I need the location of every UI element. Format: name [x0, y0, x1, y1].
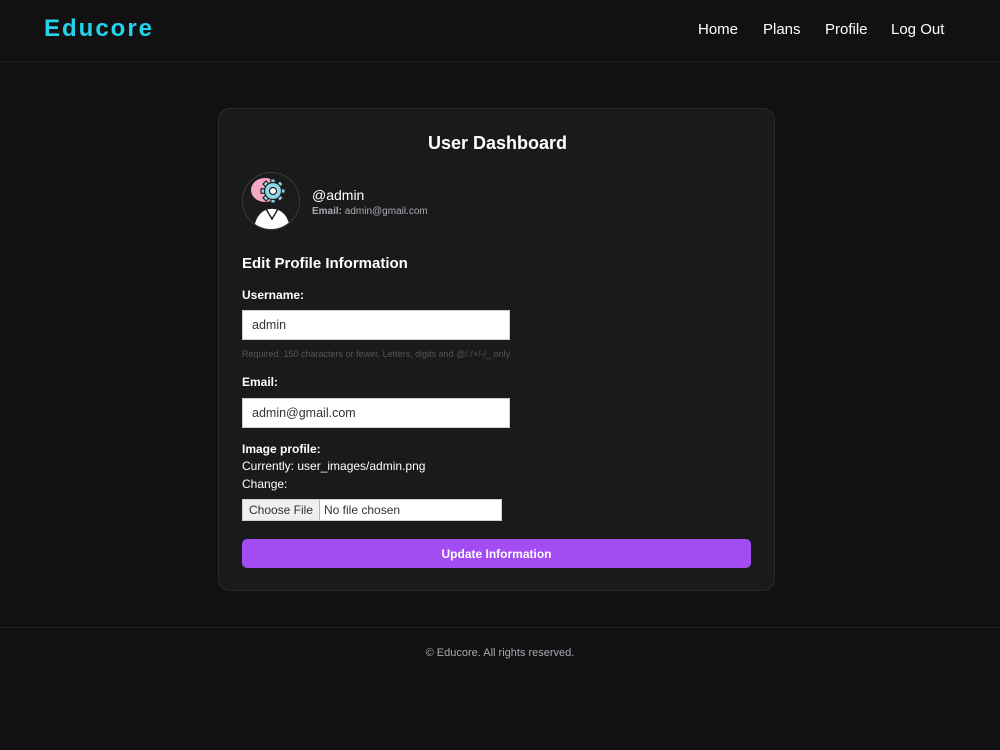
footer-copyright: © Educore. All rights reserved. [425, 647, 575, 659]
user-email-label: Email: [312, 206, 343, 217]
user-gear-icon [243, 173, 299, 229]
edit-profile-title: Edit Profile Information [242, 255, 408, 272]
nav-profile-link[interactable]: Profile [825, 21, 868, 38]
username-help-text: Required. 150 characters or fewer. Lette… [242, 349, 512, 359]
email-label: Email: [242, 375, 279, 389]
image-change-label: Change: [242, 477, 288, 491]
user-email-line: Email: admin@gmail.com [312, 206, 428, 217]
image-current-text: Currently: user_images/admin.png [242, 459, 426, 473]
file-input[interactable]: Choose File No file chosen [242, 499, 502, 521]
dashboard-title: User Dashboard [427, 133, 568, 153]
navbar: Educore Home Plans Profile Log Out [0, 0, 1000, 62]
user-email-value: admin@gmail.com [344, 206, 428, 217]
email-input[interactable] [242, 398, 510, 428]
nav-home-link[interactable]: Home [698, 21, 738, 38]
choose-file-button[interactable]: Choose File [243, 500, 320, 520]
image-profile-label: Image profile: [242, 442, 321, 456]
footer: © Educore. All rights reserved. [0, 627, 1000, 750]
avatar [242, 172, 300, 230]
file-status-text: No file chosen [324, 503, 401, 517]
update-information-button[interactable]: Update Information [242, 539, 751, 568]
nav-logout-link[interactable]: Log Out [891, 21, 944, 38]
username-label: Username: [242, 288, 305, 302]
user-handle: @admin [312, 187, 365, 203]
dashboard-card: User Dashboard @admin Email: admin@gmail… [218, 108, 775, 591]
nav-plans-link[interactable]: Plans [763, 21, 801, 38]
username-input[interactable] [242, 310, 510, 340]
nav-links: Home Plans Profile Log Out [0, 21, 1000, 41]
